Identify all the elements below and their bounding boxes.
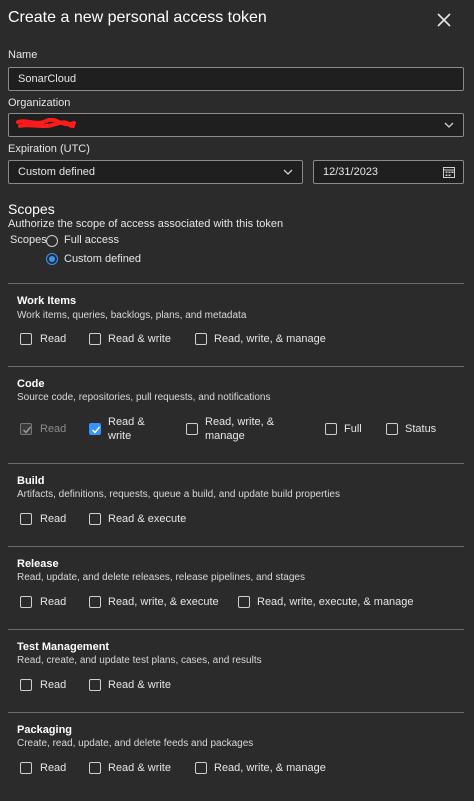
- packaging-manage-checkbox[interactable]: [195, 762, 207, 774]
- section-divider: [8, 366, 464, 367]
- packaging-title: Packaging: [17, 724, 73, 736]
- packaging-read-write-checkbox[interactable]: [89, 762, 101, 774]
- name-input[interactable]: SonarCloud: [8, 67, 464, 91]
- calendar-icon[interactable]: [443, 166, 455, 178]
- packaging-read-write-label[interactable]: Read & write: [108, 762, 171, 774]
- close-icon[interactable]: [433, 9, 455, 31]
- build-description: Artifacts, definitions, requests, queue …: [17, 489, 340, 500]
- organization-label: Organization: [8, 97, 71, 109]
- redaction-scribble: [16, 118, 76, 129]
- code-read-label: Read: [40, 423, 67, 435]
- organization-select[interactable]: [8, 113, 464, 137]
- test-management-read-write-label[interactable]: Read & write: [108, 679, 171, 691]
- full-access-label[interactable]: Full access: [64, 234, 119, 246]
- section-divider: [8, 463, 464, 464]
- build-read-execute-label[interactable]: Read & execute: [108, 513, 186, 525]
- chevron-down-icon: [283, 169, 293, 175]
- section-divider: [8, 283, 464, 284]
- section-divider: [8, 629, 464, 630]
- work-items-title: Work Items: [17, 295, 77, 307]
- expiration-label: Expiration (UTC): [8, 143, 90, 155]
- test-management-title: Test Management: [17, 641, 110, 653]
- section-divider: [8, 712, 464, 713]
- work-items-description: Work items, queries, backlogs, plans, an…: [17, 310, 247, 321]
- section-divider: [8, 546, 464, 547]
- code-status-checkbox[interactable]: [386, 423, 398, 435]
- work-items-read-write-label[interactable]: Read & write: [108, 333, 171, 345]
- code-full-checkbox[interactable]: [325, 423, 337, 435]
- test-management-read-label[interactable]: Read: [40, 679, 66, 691]
- release-manage-checkbox[interactable]: [238, 596, 250, 608]
- release-description: Read, update, and delete releases, relea…: [17, 572, 305, 583]
- release-title: Release: [17, 558, 59, 570]
- expiration-date-input[interactable]: 12/31/2023: [313, 160, 464, 184]
- code-read-write-label-line1[interactable]: Read &: [108, 416, 145, 428]
- build-title: Build: [17, 475, 45, 487]
- code-full-label[interactable]: Full: [344, 423, 362, 435]
- scopes-label: Scopes: [10, 234, 47, 246]
- expiration-preset-value: Custom defined: [18, 166, 96, 178]
- packaging-read-checkbox[interactable]: [20, 762, 32, 774]
- code-manage-label-line1[interactable]: Read, write, &: [205, 416, 274, 428]
- chevron-down-icon: [444, 122, 454, 128]
- scopes-description: Authorize the scope of access associated…: [8, 218, 284, 230]
- build-read-execute-checkbox[interactable]: [89, 513, 101, 525]
- code-manage-label-line2[interactable]: manage: [205, 430, 245, 442]
- work-items-read-label[interactable]: Read: [40, 333, 66, 345]
- expiration-preset-select[interactable]: Custom defined: [8, 160, 303, 184]
- test-management-read-checkbox[interactable]: [20, 679, 32, 691]
- packaging-read-label[interactable]: Read: [40, 762, 66, 774]
- release-read-write-execute-label[interactable]: Read, write, & execute: [108, 596, 219, 608]
- release-manage-label[interactable]: Read, write, execute, & manage: [257, 596, 414, 608]
- test-management-read-write-checkbox[interactable]: [89, 679, 101, 691]
- release-read-write-execute-checkbox[interactable]: [89, 596, 101, 608]
- code-read-write-label-line2[interactable]: write: [108, 430, 131, 442]
- release-read-checkbox[interactable]: [20, 596, 32, 608]
- build-read-label[interactable]: Read: [40, 513, 66, 525]
- release-read-label[interactable]: Read: [40, 596, 66, 608]
- scopes-heading: Scopes: [8, 201, 55, 217]
- custom-defined-radio[interactable]: [46, 253, 58, 265]
- work-items-manage-label[interactable]: Read, write, & manage: [214, 333, 326, 345]
- work-items-manage-checkbox[interactable]: [195, 333, 207, 345]
- full-access-radio[interactable]: [46, 235, 58, 247]
- code-description: Source code, repositories, pull requests…: [17, 392, 271, 403]
- token-dialog: Create a new personal access token Name …: [0, 0, 474, 801]
- code-read-write-checkbox[interactable]: [89, 423, 101, 435]
- test-management-description: Read, create, and update test plans, cas…: [17, 655, 262, 666]
- work-items-read-write-checkbox[interactable]: [89, 333, 101, 345]
- custom-defined-label[interactable]: Custom defined: [64, 253, 141, 265]
- build-read-checkbox[interactable]: [20, 513, 32, 525]
- packaging-description: Create, read, update, and delete feeds a…: [17, 738, 254, 749]
- expiration-date-value: 12/31/2023: [323, 166, 379, 178]
- name-value: SonarCloud: [18, 73, 77, 85]
- code-title: Code: [17, 378, 45, 390]
- name-label: Name: [8, 49, 38, 61]
- code-read-checkbox: [20, 423, 32, 435]
- packaging-manage-label[interactable]: Read, write, & manage: [214, 762, 326, 774]
- code-status-label[interactable]: Status: [405, 423, 436, 435]
- dialog-title: Create a new personal access token: [8, 9, 267, 26]
- code-manage-checkbox[interactable]: [186, 423, 198, 435]
- work-items-read-checkbox[interactable]: [20, 333, 32, 345]
